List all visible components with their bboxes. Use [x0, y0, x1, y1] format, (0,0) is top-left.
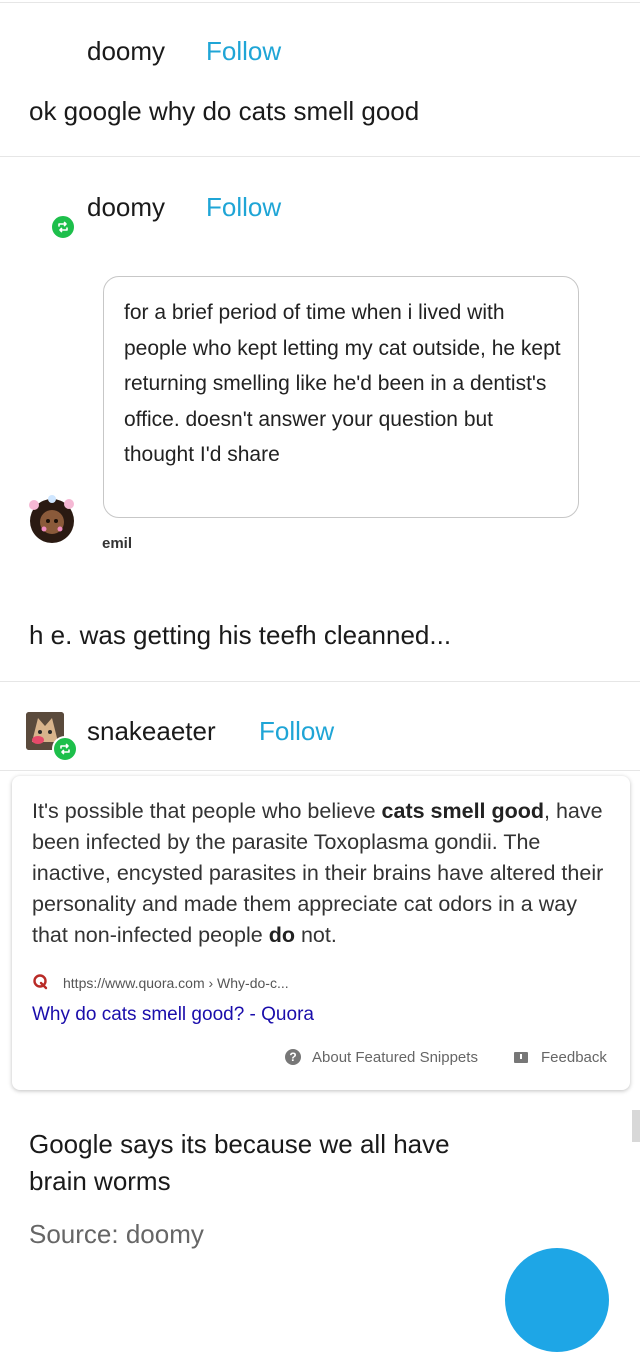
snippet-text-part: It's possible that people who believe [32, 799, 382, 823]
post-divider [0, 681, 640, 682]
post1-follow-button[interactable]: Follow [206, 36, 281, 67]
reblog2-username[interactable]: snakeaeter [87, 716, 216, 747]
feedback-link[interactable]: Feedback [541, 1049, 607, 1066]
snippet-source-url[interactable]: https://www.quora.com › Why-do-c... [63, 975, 289, 991]
about-featured-snippets-link[interactable]: About Featured Snippets [312, 1049, 478, 1066]
ask-box: for a brief period of time when i lived … [103, 276, 579, 518]
asker-avatar[interactable] [24, 491, 80, 547]
snippet-bold: do [268, 923, 295, 947]
scrollbar-thumb[interactable] [632, 1110, 640, 1142]
reblog2-follow-button[interactable]: Follow [259, 716, 334, 747]
ask-text: for a brief period of time when i lived … [124, 301, 561, 466]
asker-name[interactable]: emil [102, 535, 132, 552]
post-divider [0, 156, 640, 157]
post-divider [0, 770, 640, 771]
floating-action-button[interactable] [505, 1248, 609, 1352]
reblog-icon [52, 736, 78, 762]
post1-text: ok google why do cats smell good [29, 96, 420, 126]
source-link[interactable]: Source: doomy [29, 1219, 204, 1250]
reblog-icon [50, 214, 76, 240]
caption-line-1: Google says its because we all have [29, 1129, 450, 1159]
snippet-text: It's possible that people who believe ca… [32, 796, 617, 951]
snippet-text-part: not. [294, 923, 337, 947]
snippet-bold: cats smell good [381, 799, 545, 823]
reblog1-follow-button[interactable]: Follow [206, 192, 281, 223]
reblog1-answer: h e. was getting his teefh cleanned... [29, 620, 452, 650]
snippet-result-link[interactable]: Why do cats smell good? - Quora [32, 1004, 314, 1026]
quora-icon [32, 973, 50, 991]
feedback-icon [514, 1052, 528, 1063]
caption-line-2: brain worms [29, 1166, 171, 1196]
top-divider [0, 2, 640, 3]
featured-snippet: It's possible that people who believe ca… [12, 776, 630, 1090]
post1-username[interactable]: doomy [87, 36, 165, 67]
help-icon: ? [285, 1049, 301, 1065]
reblog1-username[interactable]: doomy [87, 192, 165, 223]
